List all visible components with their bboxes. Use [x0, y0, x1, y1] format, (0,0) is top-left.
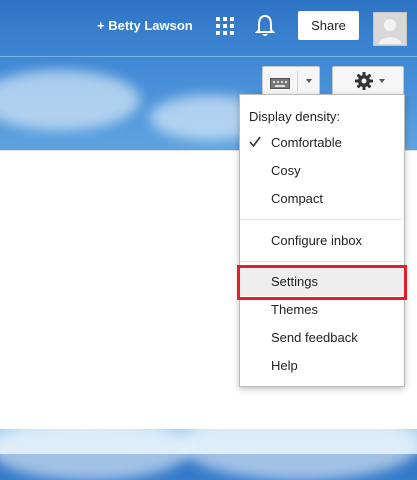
- user-name-link[interactable]: + Betty Lawson: [97, 18, 193, 33]
- chevron-down-icon: [379, 79, 385, 83]
- menu-item-compact[interactable]: Compact: [240, 191, 404, 215]
- chevron-down-icon: [306, 79, 312, 83]
- menu-item-comfortable[interactable]: Comfortable: [240, 135, 404, 159]
- header-divider: [0, 56, 417, 57]
- menu-item-label: Themes: [271, 302, 318, 317]
- menu-item-help[interactable]: Help: [240, 358, 404, 382]
- menu-item-label: Help: [271, 358, 298, 373]
- menu-item-label: Comfortable: [271, 135, 342, 150]
- menu-item-themes[interactable]: Themes: [240, 302, 404, 326]
- menu-item-configure-inbox[interactable]: Configure inbox: [240, 233, 404, 257]
- density-header: Display density:: [249, 109, 341, 124]
- share-button[interactable]: Share: [298, 11, 359, 40]
- settings-menu: Display density: Comfortable Cosy Compac…: [239, 94, 405, 387]
- settings-highlight-box: [237, 265, 407, 300]
- menu-item-label: Compact: [271, 191, 324, 206]
- input-tools-button[interactable]: [262, 66, 320, 96]
- menu-item-label: Send feedback: [271, 330, 358, 345]
- checkmark-icon: [249, 136, 261, 151]
- menu-item-label: Cosy: [271, 163, 301, 178]
- settings-button[interactable]: [332, 66, 404, 96]
- keyboard-icon: [270, 76, 290, 94]
- menu-item-cosy[interactable]: Cosy: [240, 163, 404, 187]
- menu-item-send-feedback[interactable]: Send feedback: [240, 330, 404, 354]
- menu-divider: [240, 261, 404, 262]
- avatar-icon[interactable]: [373, 12, 407, 46]
- bell-icon[interactable]: [254, 14, 276, 38]
- gear-icon: [355, 72, 373, 95]
- menu-item-label: Configure inbox: [271, 233, 363, 248]
- top-bar: + Betty Lawson Share: [0, 0, 417, 56]
- menu-divider: [240, 219, 404, 220]
- apps-grid-icon[interactable]: [216, 17, 234, 35]
